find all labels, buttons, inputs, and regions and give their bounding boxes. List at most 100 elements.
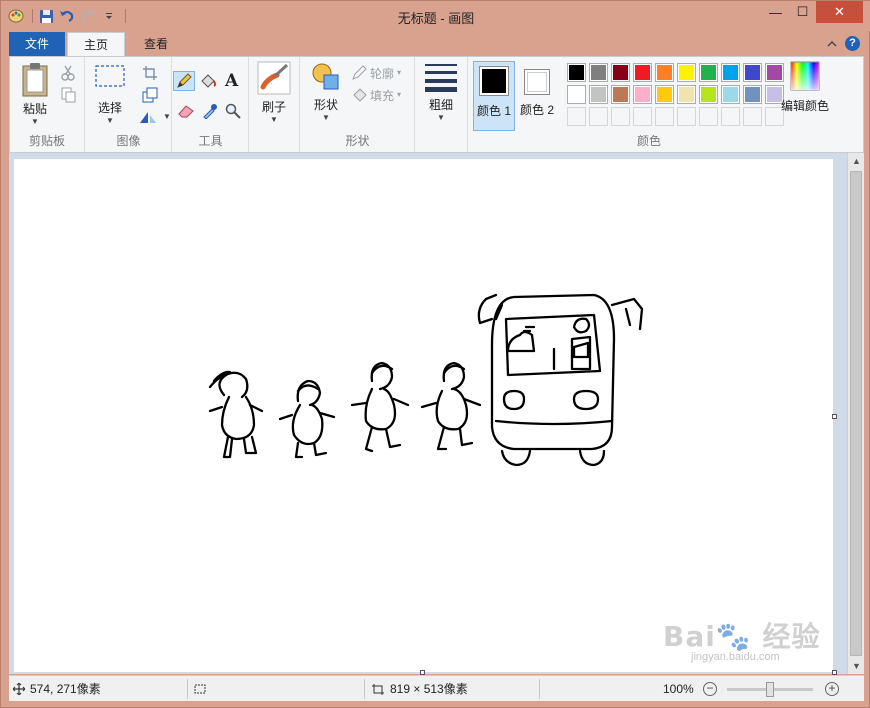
drawing: [208, 293, 644, 467]
palette-swatch[interactable]: [589, 85, 608, 104]
fill-tool-button[interactable]: [199, 71, 217, 91]
canvas-resize-handle-right[interactable]: [832, 414, 837, 419]
crop-button[interactable]: [142, 63, 158, 83]
maximize-button[interactable]: ☐: [789, 1, 816, 23]
canvas-size: 819 × 513像素: [371, 676, 468, 702]
color2-button[interactable]: 颜色 2: [517, 61, 557, 131]
dropdown-arrow-icon: ▼: [106, 116, 114, 125]
outline-button[interactable]: 轮廓 ▾: [351, 63, 401, 83]
palette-swatch-fill: [635, 65, 650, 80]
zoom-in-button[interactable]: +: [825, 676, 839, 702]
fill-button[interactable]: 填充 ▾: [351, 85, 401, 105]
palette-swatch[interactable]: [677, 85, 696, 104]
palette-empty-swatch[interactable]: [633, 107, 652, 126]
minimize-button[interactable]: —: [762, 1, 789, 23]
zoom-slider-thumb[interactable]: [766, 682, 774, 697]
watermark-logo: Bai🐾 经验: [663, 620, 821, 653]
palette-swatch[interactable]: [633, 63, 652, 82]
ribbon-tabs: 文件 主页 查看 ?: [9, 32, 864, 56]
scroll-thumb[interactable]: [850, 171, 862, 656]
tab-view[interactable]: 查看: [127, 32, 185, 56]
status-bar: 574, 271像素 819 × 513像素 100% − +: [9, 675, 864, 701]
palette-empty-swatch[interactable]: [589, 107, 608, 126]
color-spectrum-icon: [790, 61, 820, 91]
paint-window: 无标题 - 画图 — ☐ ✕ 文件 主页 查看 ? 粘贴 ▼ 剪贴板 选择 ▼ …: [0, 0, 870, 708]
palette-swatch[interactable]: [721, 63, 740, 82]
brushes-button[interactable]: 刷子 ▼: [257, 61, 291, 125]
shapes-button[interactable]: 形状 ▼: [310, 61, 342, 123]
rotate-button[interactable]: ▼: [138, 107, 171, 127]
paste-button[interactable]: 粘贴 ▼: [20, 61, 50, 127]
window-controls: — ☐ ✕: [762, 1, 863, 25]
scroll-up-arrow-icon[interactable]: ▲: [848, 153, 865, 169]
collapse-ribbon-chevron-icon[interactable]: [827, 37, 837, 51]
palette-empty-swatch[interactable]: [721, 107, 740, 126]
zoom-level: 100%: [663, 682, 694, 696]
palette-swatch-fill: [723, 87, 738, 102]
color1-button[interactable]: 颜色 1: [473, 61, 515, 131]
palette-swatch[interactable]: [655, 85, 674, 104]
shapes-icon: [312, 63, 339, 90]
ribbon: 粘贴 ▼ 剪贴板 选择 ▼ ▼ 图像 A 工具 刷子 ▼ 形状 ▼ 轮廓 ▾ 填…: [9, 56, 864, 153]
palette-empty-swatch[interactable]: [677, 107, 696, 126]
eraser-tool-button[interactable]: [177, 101, 195, 121]
magnifier-tool-button[interactable]: [225, 101, 241, 121]
edit-colors-button[interactable]: 编辑颜色: [781, 61, 829, 114]
palette-swatch-fill: [657, 87, 672, 102]
scroll-down-arrow-icon[interactable]: ▼: [848, 658, 865, 674]
group-shapes: 形状 ▼ 轮廓 ▾ 填充 ▾ 形状: [301, 57, 415, 152]
size-button[interactable]: 粗细 ▼: [424, 61, 458, 123]
group-label-colors: 颜色: [636, 134, 661, 148]
palette-swatch[interactable]: [721, 85, 740, 104]
tab-file[interactable]: 文件: [9, 32, 65, 56]
cut-button[interactable]: [60, 63, 76, 83]
palette-empty-swatch[interactable]: [567, 107, 586, 126]
dropdown-arrow-icon: ▼: [270, 115, 278, 124]
palette-swatch[interactable]: [567, 85, 586, 104]
palette-swatch-fill: [701, 87, 716, 102]
pencil-icon: [177, 73, 192, 88]
drawing-canvas[interactable]: [14, 159, 833, 672]
palette-swatch[interactable]: [611, 85, 630, 104]
group-size: 粗细 ▼: [416, 57, 468, 152]
palette-swatch[interactable]: [655, 63, 674, 82]
group-colors: 颜色 1 颜色 2 编辑颜色 颜色: [469, 57, 865, 152]
palette-swatch[interactable]: [677, 63, 696, 82]
help-button[interactable]: ?: [845, 36, 860, 51]
canvas-workarea: [9, 153, 847, 675]
palette-swatch[interactable]: [743, 85, 762, 104]
palette-swatch[interactable]: [567, 63, 586, 82]
zoom-out-button[interactable]: −: [703, 676, 717, 702]
crop-icon: [143, 66, 157, 80]
color2-fill: [527, 72, 547, 92]
resize-button[interactable]: [142, 85, 158, 105]
palette-empty-swatch[interactable]: [655, 107, 674, 126]
group-clipboard: 粘贴 ▼ 剪贴板: [10, 57, 85, 152]
text-tool-button[interactable]: A: [225, 71, 238, 91]
group-label-shapes: 形状: [345, 134, 370, 148]
group-label-clipboard: 剪贴板: [28, 134, 65, 148]
palette-empty-swatch[interactable]: [611, 107, 630, 126]
group-brushes: 刷子 ▼: [250, 57, 300, 152]
magnifier-icon: [225, 103, 241, 119]
fill-bucket-icon: [353, 88, 367, 102]
palette-swatch[interactable]: [699, 63, 718, 82]
palette-swatch[interactable]: [611, 63, 630, 82]
tab-home[interactable]: 主页: [67, 32, 125, 56]
palette-swatch[interactable]: [743, 63, 762, 82]
close-button[interactable]: ✕: [816, 1, 863, 23]
select-button[interactable]: 选择 ▼: [94, 61, 126, 126]
palette-empty-swatch[interactable]: [699, 107, 718, 126]
palette-swatch[interactable]: [633, 85, 652, 104]
pencil-tool-button[interactable]: [173, 71, 195, 91]
color1-swatch: [479, 66, 509, 96]
color2-swatch: [524, 69, 550, 95]
palette-swatch[interactable]: [699, 85, 718, 104]
vertical-scrollbar[interactable]: ▲ ▼: [847, 153, 864, 674]
palette-empty-swatch[interactable]: [743, 107, 762, 126]
ribbon-tab-extras: ?: [827, 36, 860, 51]
color-picker-tool-button[interactable]: [202, 101, 218, 121]
copy-button[interactable]: [60, 85, 76, 105]
palette-swatch-fill: [745, 87, 760, 102]
palette-swatch[interactable]: [589, 63, 608, 82]
